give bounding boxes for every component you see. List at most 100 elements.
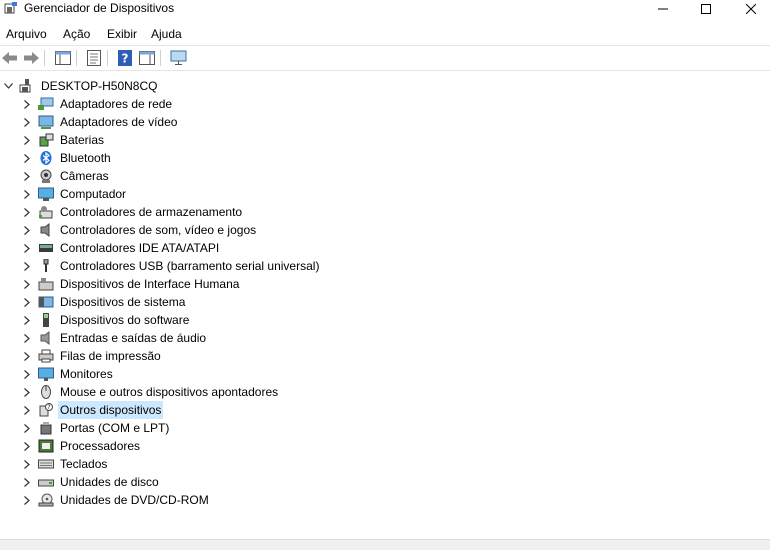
back-icon (2, 52, 17, 64)
svg-text:?: ? (122, 52, 129, 66)
menu-arquivo[interactable]: Arquivo (6, 25, 47, 43)
console-tree-button[interactable] (54, 49, 72, 67)
toolbar-divider (44, 50, 45, 66)
chevron-right-icon[interactable] (22, 293, 32, 311)
tree-item-label: Unidades de DVD/CD-ROM (60, 493, 209, 507)
chevron-right-icon[interactable] (22, 473, 32, 491)
chevron-right-icon[interactable] (22, 419, 32, 437)
processor-icon (38, 439, 54, 453)
camera-icon (40, 169, 52, 183)
unknown-device-icon: ? (39, 403, 53, 417)
chevron-right-icon[interactable] (22, 365, 32, 383)
minimize-icon (658, 8, 668, 9)
tree-item-label: Dispositivos de Interface Humana (60, 277, 240, 291)
battery-icon (39, 133, 54, 147)
printer-icon (38, 349, 54, 363)
menu-acao[interactable]: Ação (63, 25, 90, 43)
toolbar-divider-line (0, 70, 770, 71)
chevron-right-icon[interactable] (22, 113, 32, 131)
storage-controller-icon (39, 206, 53, 219)
tree-item-label: Baterias (60, 133, 105, 147)
tree-item-label: Teclados (60, 457, 108, 471)
properties-button[interactable] (85, 49, 103, 67)
chevron-right-icon[interactable] (22, 329, 32, 347)
close-icon (746, 3, 756, 14)
speaker-icon (40, 223, 50, 237)
device-manager-icon (4, 2, 17, 14)
monitor-scan-icon (170, 50, 187, 65)
forward-icon (24, 52, 39, 64)
tree-item-label: Controladores USB (barramento serial uni… (60, 259, 320, 273)
back-button[interactable] (1, 49, 19, 67)
scan-hardware-button[interactable] (170, 49, 188, 67)
tree-item-label: Adaptadores de vídeo (60, 115, 178, 129)
chevron-right-icon[interactable] (22, 221, 32, 239)
chevron-right-icon[interactable] (22, 347, 32, 365)
action-pane-icon (139, 51, 155, 65)
chevron-right-icon[interactable] (22, 455, 32, 473)
system-device-icon (38, 296, 54, 308)
toolbar-divider (76, 50, 77, 66)
chevron-right-icon[interactable] (22, 239, 32, 257)
menu-ajuda[interactable]: Ajuda (151, 25, 182, 43)
tree-item-label: Unidades de disco (60, 475, 159, 489)
tree-item-label: Mouse e outros dispositivos apontadores (60, 385, 279, 399)
help-button[interactable]: ? (116, 49, 134, 67)
chevron-down-icon[interactable] (3, 77, 13, 95)
close-button[interactable] (731, 0, 770, 17)
tree-item-label: Controladores de som, vídeo e jogos (60, 223, 257, 237)
svg-text:?: ? (47, 404, 50, 411)
mouse-icon (41, 385, 51, 399)
chevron-right-icon[interactable] (22, 95, 32, 113)
toolbar-divider (160, 50, 161, 66)
minimize-button[interactable] (643, 0, 683, 17)
chevron-right-icon[interactable] (22, 275, 32, 293)
tree-item-label: Adaptadores de rede (60, 97, 173, 111)
port-icon (40, 422, 52, 435)
menu-bar: Arquivo Ação Exibir Ajuda (0, 25, 770, 43)
maximize-icon (701, 3, 711, 14)
chevron-right-icon[interactable] (22, 185, 32, 203)
bluetooth-icon (40, 151, 52, 165)
chevron-right-icon[interactable] (22, 149, 32, 167)
tree-item-label: Filas de impressão (60, 349, 161, 363)
help-icon: ? (118, 50, 132, 66)
console-tree-icon (55, 51, 71, 65)
toolbar: ? (0, 47, 770, 69)
maximize-button[interactable] (686, 0, 726, 17)
hid-icon (38, 278, 54, 291)
properties-icon (87, 50, 101, 66)
chevron-right-icon[interactable] (22, 257, 32, 275)
tree-item-label: Monitores (60, 367, 113, 381)
title-bar: Gerenciador de Dispositivos (0, 0, 770, 17)
forward-button[interactable] (22, 49, 40, 67)
chevron-right-icon[interactable] (22, 131, 32, 149)
keyboard-icon (38, 459, 54, 469)
chevron-right-icon[interactable] (22, 203, 32, 221)
chevron-right-icon[interactable] (22, 401, 32, 419)
tree-item-label: Dispositivos do software (60, 313, 190, 327)
toolbar-divider (107, 50, 108, 66)
menu-exibir[interactable]: Exibir (107, 25, 137, 43)
tree-item-label: Portas (COM e LPT) (60, 421, 170, 435)
tree-item-label: Controladores de armazenamento (60, 205, 243, 219)
tree-item-label: Bluetooth (60, 151, 111, 165)
menu-divider (0, 45, 770, 46)
tree-item-label: Computador (60, 187, 127, 201)
chevron-right-icon[interactable] (22, 167, 32, 185)
tree-item-label: Processadores (60, 439, 141, 453)
computer-icon (38, 187, 54, 201)
action-pane-button[interactable] (138, 49, 156, 67)
computer-tree-icon (19, 79, 31, 93)
chevron-right-icon[interactable] (22, 383, 32, 401)
tree-item-label: Câmeras (60, 169, 109, 183)
chevron-right-icon[interactable] (22, 311, 32, 329)
usb-icon (43, 259, 49, 272)
chevron-right-icon[interactable] (22, 491, 32, 509)
chevron-right-icon[interactable] (22, 437, 32, 455)
monitor-icon (38, 367, 54, 381)
dvd-drive-icon (38, 493, 54, 507)
root-label: DESKTOP-H50N8CQ (41, 79, 158, 93)
window-title: Gerenciador de Dispositivos (24, 1, 175, 15)
ide-controller-icon (39, 244, 53, 252)
